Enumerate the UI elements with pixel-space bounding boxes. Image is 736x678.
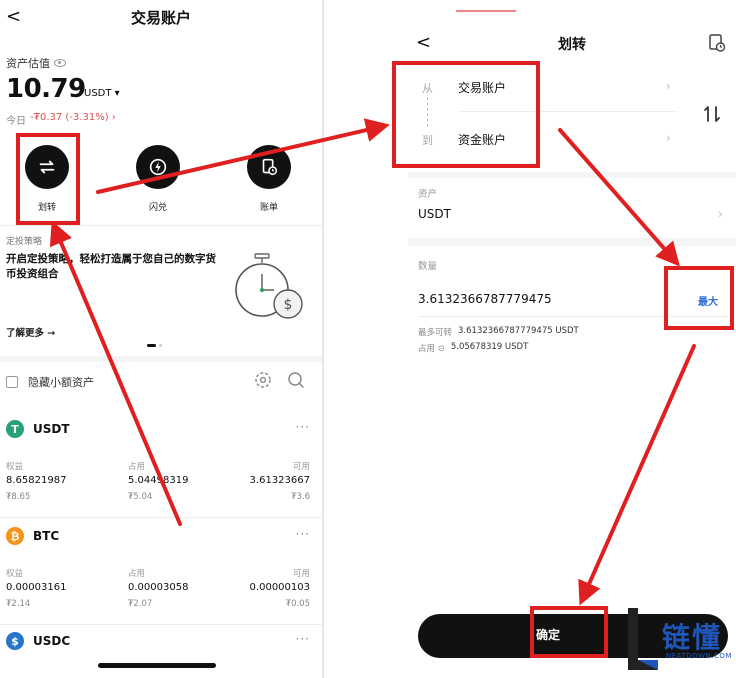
equity-fiat: ₮8.65 [6,492,31,502]
page-title: 划转 [558,37,586,53]
asset-estimate-label: 资产估值 [6,57,50,70]
more-button[interactable]: ··· [296,420,310,434]
max-transfer-value: 3.6132366787779475 USDT [458,326,579,336]
asset-estimate-row: 资产估值 [6,55,66,71]
swap-icon[interactable] [702,104,722,124]
highlight-confirm-box [530,606,608,658]
bill-clock-icon [262,158,278,176]
screen-divider [322,0,324,678]
available-fiat: ₮3.6 [291,492,310,502]
available-caption: 可用 [292,569,310,579]
equity-value: 0.00003161 [6,582,67,593]
carousel-dots [147,344,162,347]
occupied-value: 5.05678319 USDT [450,342,529,352]
chevron-right-icon[interactable]: › [666,131,671,145]
strategy-tag: 定投策略 [6,237,43,247]
unit-selector[interactable]: USDT ▾ [84,88,120,99]
page-title: 交易账户 [130,9,191,27]
available-value: 3.61323667 [249,475,310,486]
asset-row-usdt[interactable]: T USDT ··· 权益 占用 可用 8.65821987 5.0449831… [0,412,322,517]
asset-name: BTC [33,529,60,543]
highlight-max-box [664,266,734,330]
asset-selector[interactable]: USDT [418,207,451,221]
available-fiat: ₮0.05 [285,599,310,609]
occupied-label: 占用 ⊙ [418,344,445,354]
bill-label: 账单 [259,203,278,213]
top-accent-line [456,10,516,12]
divider [0,517,322,518]
quantity-input[interactable]: 3.6132366787779475 [418,292,552,306]
divider [0,624,322,625]
equity-caption: 权益 [6,462,24,472]
occupied-caption: 占用 [128,569,146,579]
occupied-row: 占用 ⊙ 5.05678319 USDT [418,342,528,354]
target-icon[interactable] [254,371,272,389]
hide-small-assets-toggle[interactable]: 隐藏小额资产 [6,374,94,390]
home-indicator [98,663,216,668]
asset-name: USDT [33,422,70,436]
svg-text:$: $ [284,297,293,313]
asset-row-usdc[interactable]: $ USDC ··· [0,626,322,666]
section-band [0,356,322,362]
quantity-label: 数量 [418,261,438,272]
equity-fiat: ₮2.14 [6,599,31,609]
eye-icon[interactable] [54,59,66,67]
available-caption: 可用 [292,462,310,472]
btc-coin-icon: ₿ [6,527,24,545]
occupied-caption: 占用 [128,462,146,472]
flash-swap-label: 闪兑 [148,203,167,213]
lightning-circle-icon [149,158,167,176]
equity-value: 8.65821987 [6,475,67,486]
today-change: -₮0.37 (-3.31%) › [30,112,116,123]
checkbox[interactable] [6,376,18,388]
learn-more-link[interactable]: 了解更多 → [6,325,55,339]
more-button[interactable]: ··· [296,527,310,541]
asset-label: 资产 [418,189,438,200]
trading-account-screen: < 交易账户 资产估值 10.79 USDT ▾ 今日 -₮0.37 (-3.3… [0,0,322,678]
section-band [408,238,736,246]
brand-name: 链懂 [662,621,723,654]
max-transfer-label: 最多可转 [418,328,453,338]
asset-row-btc[interactable]: ₿ BTC ··· 权益 占用 可用 0.00003161 0.00003058… [0,519,322,624]
total-amount: 10.79 [6,74,86,104]
max-transfer-row: 最多可转 3.6132366787779475 USDT [418,326,579,338]
bill-button[interactable] [247,145,291,189]
divider [0,225,322,226]
hide-small-assets-label: 隐藏小额资产 [28,376,94,389]
highlight-transfer-box [16,133,80,225]
asset-name: USDC [33,634,71,648]
strategy-banner-text[interactable]: 开启定投策略，轻松打造属于您自己的数字货币投资组合 [6,252,216,282]
occupied-fiat: ₮2.07 [128,599,153,609]
usdc-coin-icon: $ [6,632,24,650]
highlight-accounts-box [392,61,540,168]
clock-coin-illustration: $ [235,253,303,319]
more-button[interactable]: ··· [296,632,310,646]
chevron-right-icon[interactable]: › [718,207,723,221]
equity-caption: 权益 [6,569,24,579]
brand-site: NEATDOWN.COM [666,652,732,660]
usdt-coin-icon: T [6,420,24,438]
section-band [408,172,736,178]
history-icon[interactable] [708,33,726,53]
flash-swap-button[interactable] [136,145,180,189]
chevron-right-icon[interactable]: › [666,79,671,93]
search-icon[interactable] [287,371,305,389]
today-label: 今日 [6,116,26,127]
occupied-fiat: ₮5.04 [128,492,153,502]
today-pnl[interactable]: 今日 -₮0.37 (-3.31%) › [6,112,116,127]
occupied-value: 5.04498319 [128,475,189,486]
occupied-value: 0.00003058 [128,582,189,593]
available-value: 0.00000103 [249,582,310,593]
